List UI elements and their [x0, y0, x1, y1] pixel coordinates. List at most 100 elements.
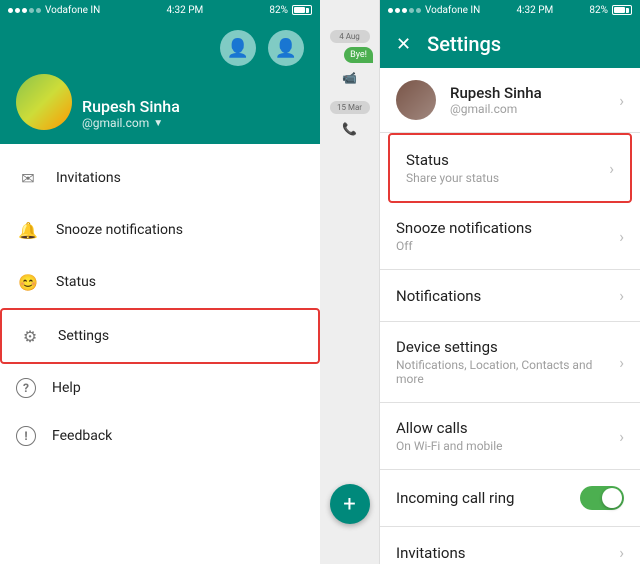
right-status-bar-left: Vodafone IN	[388, 5, 480, 16]
status-title: Status	[406, 151, 609, 169]
settings-icon: ⚙	[18, 324, 42, 348]
nav-label-feedback: Feedback	[52, 428, 112, 444]
calls-title: Allow calls	[396, 419, 619, 437]
left-user-avatar[interactable]	[16, 74, 72, 130]
snooze-icon: 🔔	[16, 218, 40, 242]
left-status-bar-left: Vodafone IN	[8, 5, 100, 16]
settings-user-email: @gmail.com	[450, 102, 619, 116]
status-subtitle: Share your status	[406, 171, 609, 185]
avatar-icon-2: 👤	[275, 38, 297, 59]
settings-user-info: Rupesh Sinha @gmail.com	[450, 84, 619, 116]
settings-item-snooze[interactable]: Snooze notifications Off ›	[380, 203, 640, 270]
left-user-name: Rupesh Sinha	[82, 97, 304, 116]
invitations-icon: ✉	[16, 166, 40, 190]
left-avatar-image	[16, 74, 72, 130]
left-header: 👤 👤 Rupesh Sinha @gmail.com ▼	[0, 20, 320, 144]
nav-item-feedback[interactable]: ! Feedback	[0, 412, 320, 460]
chat-preview: 4 Aug Bye! 📹 15 Mar 📞 +	[320, 0, 380, 564]
status-icon: 😊	[16, 270, 40, 294]
left-user-text: Rupesh Sinha @gmail.com ▼	[82, 97, 304, 130]
notifications-content: Notifications	[396, 287, 619, 305]
settings-user-item[interactable]: Rupesh Sinha @gmail.com ›	[380, 68, 640, 133]
snooze-content: Snooze notifications Off	[396, 219, 619, 253]
calls-chevron-icon: ›	[619, 427, 624, 446]
battery-fill-right	[614, 7, 625, 13]
right-panel: Vodafone IN 4:32 PM 82% ✕ Settings Rupes…	[380, 0, 640, 564]
time-left: 4:32 PM	[166, 5, 203, 16]
ring-content: Incoming call ring	[396, 489, 580, 507]
left-user-email: @gmail.com ▼	[82, 116, 304, 130]
left-status-bar: Vodafone IN 4:32 PM 82%	[0, 0, 320, 20]
left-nav: ✉ Invitations 🔔 Snooze notifications 😊 S…	[0, 144, 320, 564]
carrier-right: Vodafone IN	[425, 5, 480, 16]
phone-icon: 📞	[320, 122, 379, 136]
settings-user-avatar	[396, 80, 436, 120]
settings-item-device[interactable]: Device settings Notifications, Location,…	[380, 322, 640, 403]
toggle-knob	[602, 488, 622, 508]
nav-item-settings[interactable]: ⚙ Settings	[0, 308, 320, 364]
nav-label-snooze: Snooze notifications	[56, 222, 183, 238]
settings-user-name: Rupesh Sinha	[450, 84, 619, 102]
nav-item-snooze[interactable]: 🔔 Snooze notifications	[0, 204, 320, 256]
nav-label-settings: Settings	[58, 328, 109, 344]
left-user-info: Rupesh Sinha @gmail.com ▼	[16, 74, 304, 130]
ring-title: Incoming call ring	[396, 489, 580, 507]
battery-pct-left: 82%	[269, 5, 288, 16]
device-title: Device settings	[396, 338, 619, 356]
snooze-chevron-icon: ›	[619, 227, 624, 246]
settings-item-invitations[interactable]: Invitations ›	[380, 527, 640, 564]
settings-user-avatar-img	[396, 80, 436, 120]
nav-item-help[interactable]: ? Help	[0, 364, 320, 412]
right-header: ✕ Settings	[380, 20, 640, 68]
left-status-bar-right: 82%	[269, 5, 312, 16]
settings-item-ring[interactable]: Incoming call ring	[380, 470, 640, 527]
avatar-small-2[interactable]: 👤	[268, 30, 304, 66]
chat-bubble: Bye!	[344, 47, 373, 63]
battery-tip-right	[626, 8, 629, 13]
nav-item-status[interactable]: 😊 Status	[0, 256, 320, 308]
settings-title: Settings	[427, 32, 501, 56]
signal-strength	[8, 8, 41, 13]
device-content: Device settings Notifications, Location,…	[396, 338, 619, 386]
dropdown-arrow-icon[interactable]: ▼	[153, 118, 163, 129]
battery-pct-right: 82%	[589, 5, 608, 16]
feedback-icon: !	[16, 426, 36, 446]
ring-toggle[interactable]	[580, 486, 624, 510]
calls-content: Allow calls On Wi-Fi and mobile	[396, 419, 619, 453]
user-chevron-icon: ›	[619, 91, 624, 110]
right-status-bar-right: 82%	[589, 5, 632, 16]
time-right: 4:32 PM	[516, 5, 553, 16]
nav-item-invitations[interactable]: ✉ Invitations	[0, 152, 320, 204]
settings-item-notifications[interactable]: Notifications ›	[380, 270, 640, 322]
close-button[interactable]: ✕	[396, 34, 411, 55]
settings-item-calls[interactable]: Allow calls On Wi-Fi and mobile ›	[380, 403, 640, 470]
nav-label-status: Status	[56, 274, 96, 290]
chat-date-1: 4 Aug	[330, 30, 370, 43]
battery-tip-left	[306, 8, 309, 13]
right-status-bar: Vodafone IN 4:32 PM 82%	[380, 0, 640, 20]
left-panel: Vodafone IN 4:32 PM 82% 👤 👤 Rupesh	[0, 0, 320, 564]
notifications-chevron-icon: ›	[619, 286, 624, 305]
left-header-top: 👤 👤	[16, 30, 304, 66]
chat-date-2: 15 Mar	[330, 101, 370, 114]
avatar-icon-1: 👤	[227, 38, 249, 59]
notifications-title: Notifications	[396, 287, 619, 305]
status-content: Status Share your status	[406, 151, 609, 185]
battery-fill-left	[294, 7, 305, 13]
invitations-title: Invitations	[396, 544, 619, 562]
fab-plus-icon: +	[343, 492, 355, 517]
calls-subtitle: On Wi-Fi and mobile	[396, 439, 619, 453]
right-signal	[388, 8, 421, 13]
settings-item-status[interactable]: Status Share your status ›	[388, 133, 632, 203]
left-email-text: @gmail.com	[82, 116, 149, 130]
avatar-small-1[interactable]: 👤	[220, 30, 256, 66]
nav-label-help: Help	[52, 380, 81, 396]
battery-icon-right	[612, 5, 632, 15]
status-chevron-icon: ›	[609, 159, 614, 178]
settings-list: Rupesh Sinha @gmail.com › Status Share y…	[380, 68, 640, 564]
video-icon: 📹	[320, 71, 379, 85]
fab-button[interactable]: +	[330, 484, 370, 524]
invitations-content: Invitations	[396, 544, 619, 562]
help-icon: ?	[16, 378, 36, 398]
carrier-left: Vodafone IN	[45, 5, 100, 16]
